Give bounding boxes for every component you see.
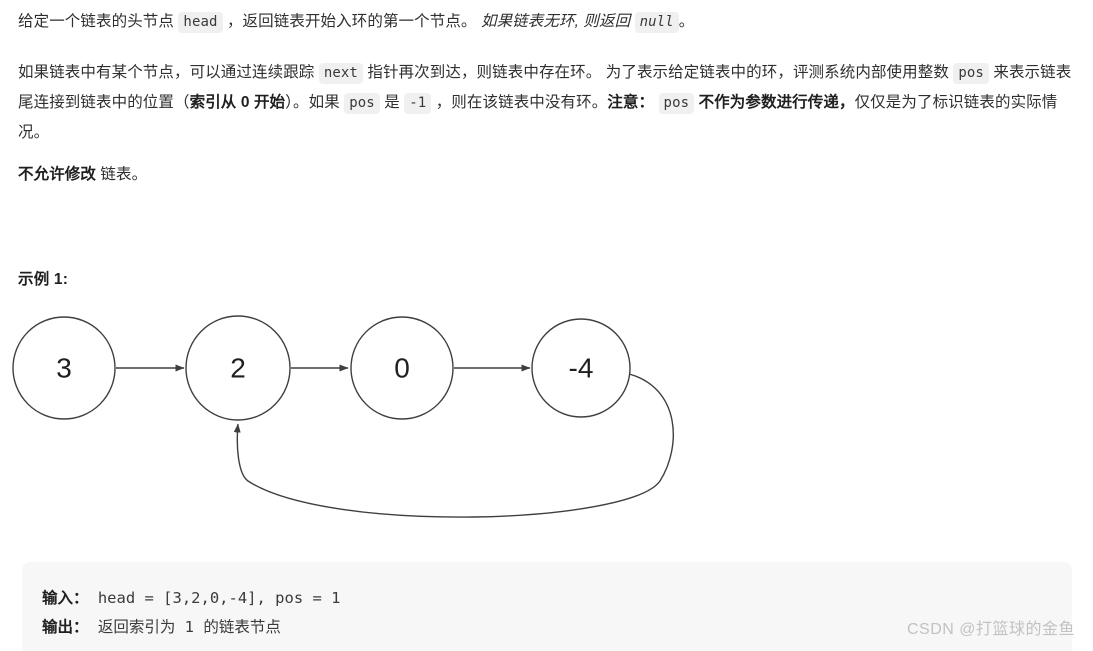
p2-seg5: 是 <box>379 94 405 111</box>
node-minus4-label: -4 <box>569 353 594 384</box>
input-label: 输入： <box>42 590 89 607</box>
p2-seg6: ，则在该链表中没有环。 <box>431 94 608 111</box>
output-label: 输出： <box>42 619 89 636</box>
code-chip-next: next <box>318 63 363 84</box>
code-chip-pos-2: pos <box>344 93 380 114</box>
p2-seg2: 指针再次到达，则链表中存在环。 为了表示给定链表中的环，评测系统内部使用整数 <box>362 64 954 81</box>
code-chip-neg-one: -1 <box>404 93 432 114</box>
node-2: 2 <box>185 315 291 421</box>
csdn-watermark: CSDN @打篮球的金鱼 <box>906 621 1075 638</box>
code-chip-head: head <box>178 12 223 33</box>
output-value: 返回索引为 1 的链表节点 <box>88 618 281 636</box>
p2-bold-not-a-param: 不作为参数进行传递， <box>698 94 855 111</box>
node-2-label: 2 <box>230 353 246 384</box>
p3-bold-no-modify: 不允许修改 <box>18 166 97 183</box>
node-minus4: -4 <box>531 318 631 418</box>
p1-italic-no-cycle: 如果链表无环, 则返回 <box>480 13 635 30</box>
p2-seg4: ）。如果 <box>285 94 345 111</box>
p2-bold-index-from-zero: 索引从 0 开始 <box>189 94 286 111</box>
p1-seg3: 。 <box>678 13 695 30</box>
input-value: head = [3,2,0,-4], pos = 1 <box>88 589 341 607</box>
code-chip-pos-3: pos <box>658 93 695 114</box>
code-chip-null: null <box>634 12 679 33</box>
p2-seg1: 如果链表中有某个节点，可以通过连续跟踪 <box>18 64 319 81</box>
p2-bold-note-label: 注意： <box>607 94 655 111</box>
paragraph-problem-statement: 给定一个链表的头节点 head ，返回链表开始入环的第一个节点。 如果链表无环,… <box>18 7 1075 37</box>
p1-seg1: 给定一个链表的头节点 <box>18 13 179 30</box>
code-chip-pos-1: pos <box>953 63 989 84</box>
diagram-svg: 3 2 0 -4 <box>12 315 675 518</box>
paragraph-no-modify: 不允许修改 链表。 <box>18 160 1075 190</box>
linked-list-cycle-diagram: 3 2 0 -4 <box>0 296 760 546</box>
p1-seg2: ，返回链表开始入环的第一个节点。 <box>222 13 481 30</box>
paragraph-cycle-definition: 如果链表中有某个节点，可以通过连续跟踪 next 指针再次到达，则链表中存在环。… <box>18 58 1075 148</box>
node-0-label: 0 <box>394 353 410 384</box>
code-line-input: 输入： head = [3,2,0,-4], pos = 1 <box>42 584 1072 613</box>
problem-description-page: 给定一个链表的头节点 head ，返回链表开始入环的第一个节点。 如果链表无环,… <box>0 0 1093 651</box>
node-3: 3 <box>12 316 116 420</box>
node-0: 0 <box>350 316 454 420</box>
p2-seg7 <box>654 94 658 111</box>
example-1-heading: 示例 1: <box>18 271 69 288</box>
node-3-label: 3 <box>56 353 72 384</box>
p3-rest: 链表。 <box>96 166 148 183</box>
